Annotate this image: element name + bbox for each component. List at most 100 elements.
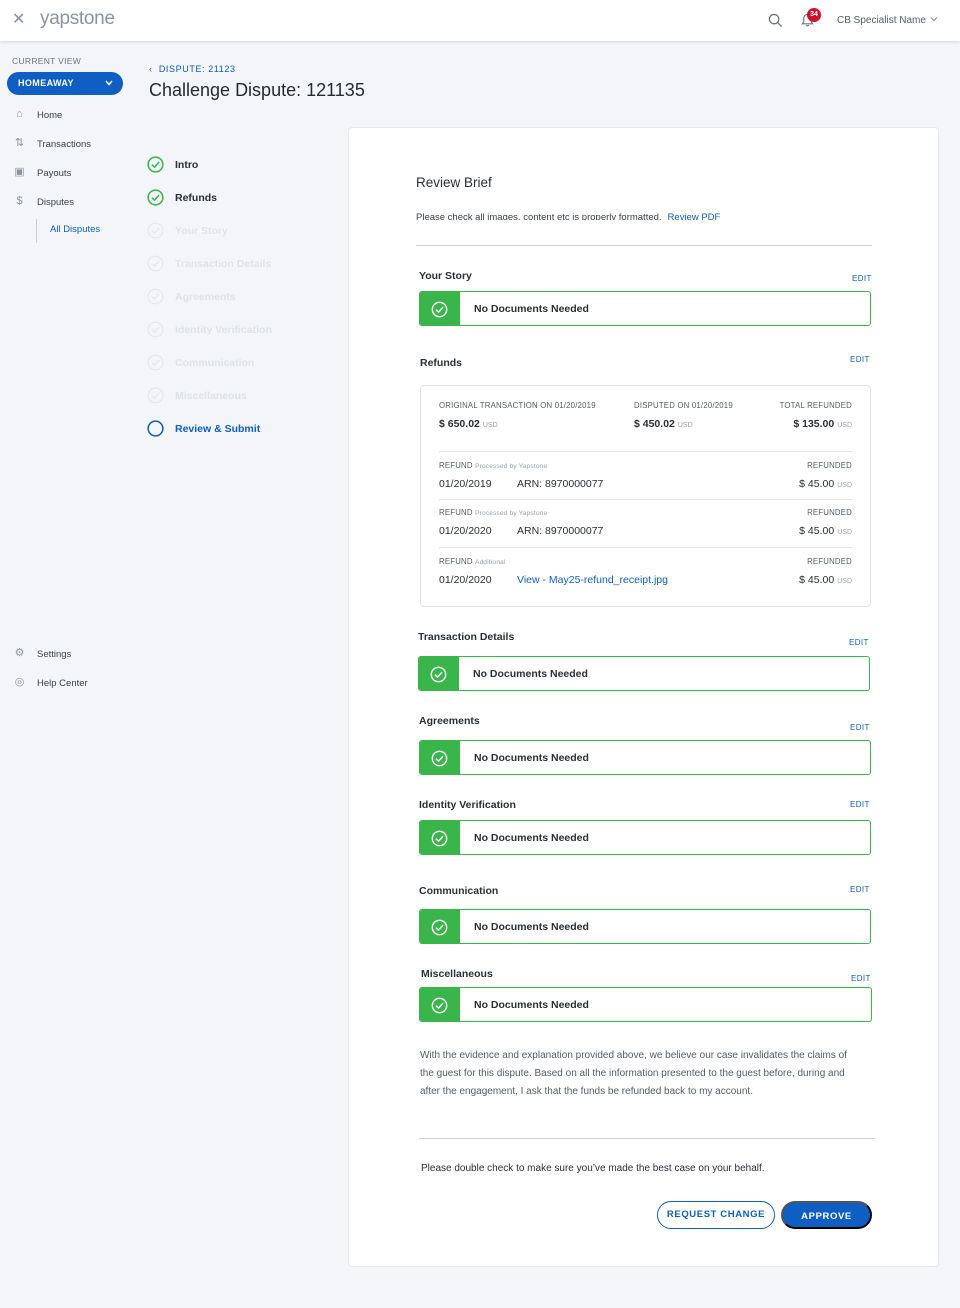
check-circle-icon bbox=[147, 222, 164, 239]
section-title-refunds: Refunds bbox=[420, 357, 462, 369]
request-change-button[interactable]: REQUEST CHANGE bbox=[657, 1201, 775, 1229]
step-refunds[interactable]: Refunds bbox=[147, 189, 327, 207]
edit-miscellaneous-link[interactable]: EDIT bbox=[851, 974, 871, 983]
section-title-miscellaneous: Miscellaneous bbox=[421, 968, 493, 980]
refund-receipt-link[interactable]: View - May25-refund_receipt.jpg bbox=[517, 574, 668, 586]
currency-label: USD bbox=[837, 529, 852, 536]
refund-amount: $ 45.00 USD bbox=[799, 525, 852, 537]
approve-button[interactable]: APPROVE bbox=[781, 1201, 872, 1229]
refund-arn: ARN: 8970000077 bbox=[517, 478, 604, 490]
refund-date: 01/20/2020 bbox=[439, 525, 492, 537]
check-circle-icon bbox=[431, 919, 448, 936]
no-docs-text: No Documents Needed bbox=[474, 752, 589, 764]
sidebar-item-label: Home bbox=[37, 110, 63, 121]
amount-value: $ 650.02 bbox=[439, 418, 480, 430]
top-bar: ✕ yapstone 34 CB Specialist Name bbox=[0, 0, 960, 41]
sidebar-item-payouts[interactable]: ▣ Payouts bbox=[0, 164, 136, 184]
refund-row-label: REFUND Additional bbox=[439, 557, 506, 566]
section-title-agreements: Agreements bbox=[419, 715, 480, 727]
sidebar-item-label: Settings bbox=[37, 649, 72, 660]
step-transaction-details[interactable]: Transaction Details bbox=[147, 255, 327, 273]
currency-label: USD bbox=[837, 578, 852, 585]
status-block bbox=[420, 988, 460, 1021]
status-block bbox=[420, 910, 460, 943]
user-menu[interactable]: CB Specialist Name bbox=[837, 15, 926, 26]
amount-value: $ 45.00 bbox=[799, 478, 835, 490]
sidebar-item-home[interactable]: ⌂ Home bbox=[0, 106, 136, 126]
original-amount: $ 650.02 USD bbox=[439, 418, 498, 430]
refund-arn: ARN: 8970000077 bbox=[517, 525, 604, 537]
check-circle-icon bbox=[147, 156, 164, 173]
current-view-label: CURRENT VIEW bbox=[12, 56, 82, 66]
docbox-communication: No Documents Needed bbox=[419, 909, 871, 944]
refund-row-label: REFUND Processed by Yapstone bbox=[439, 461, 547, 470]
step-agreements[interactable]: Agreements bbox=[147, 288, 327, 306]
refund-date: 01/20/2019 bbox=[439, 478, 492, 490]
step-communication[interactable]: Communication bbox=[147, 354, 327, 372]
refunded-label: REFUNDED bbox=[807, 557, 852, 566]
disputed-label: DISPUTED ON 01/20/2019 bbox=[634, 401, 733, 410]
step-label: Transaction Details bbox=[175, 258, 272, 270]
docbox-identity-verification: No Documents Needed bbox=[419, 820, 871, 855]
sidebar-item-label: Transactions bbox=[37, 139, 92, 150]
check-circle-icon bbox=[147, 321, 164, 338]
app-logo: yapstone bbox=[40, 8, 115, 29]
edit-refunds-link[interactable]: EDIT bbox=[850, 355, 870, 364]
check-circle-icon bbox=[147, 387, 164, 404]
edit-identity-verification-link[interactable]: EDIT bbox=[850, 800, 870, 809]
sidebar-item-transactions[interactable]: ⇅ Transactions bbox=[0, 135, 136, 155]
original-transaction-label: ORIGINAL TRANSACTION ON 01/20/2019 bbox=[439, 401, 596, 410]
sidebar-item-label: Payouts bbox=[37, 168, 72, 179]
step-identity-verification[interactable]: Identity Verification bbox=[147, 321, 327, 339]
close-icon[interactable]: ✕ bbox=[12, 12, 28, 28]
step-label: Intro bbox=[175, 159, 199, 171]
refund-amount: $ 45.00 USD bbox=[799, 478, 852, 490]
sidebar-item-help-center[interactable]: ◎ Help Center bbox=[0, 674, 136, 694]
section-title-identity-verification: Identity Verification bbox=[419, 799, 516, 811]
step-label: Identity Verification bbox=[175, 324, 272, 336]
chevron-down-icon[interactable] bbox=[930, 15, 938, 23]
refund-label: REFUND bbox=[439, 461, 473, 470]
docbox-your-story: No Documents Needed bbox=[419, 291, 871, 326]
step-your-story[interactable]: Your Story bbox=[147, 222, 327, 240]
no-docs-text: No Documents Needed bbox=[474, 921, 589, 933]
amount-value: $ 450.02 bbox=[634, 418, 675, 430]
sidebar-item-disputes[interactable]: $ Disputes bbox=[0, 193, 136, 213]
transactions-icon: ⇅ bbox=[14, 137, 25, 149]
edit-your-story-link[interactable]: EDIT bbox=[852, 274, 872, 283]
refunded-label: REFUNDED bbox=[807, 508, 852, 517]
help-icon: ◎ bbox=[14, 676, 25, 688]
currency-label: USD bbox=[837, 422, 852, 429]
edit-agreements-link[interactable]: EDIT bbox=[850, 723, 870, 732]
step-miscellaneous[interactable]: Miscellaneous bbox=[147, 387, 327, 405]
no-docs-text: No Documents Needed bbox=[474, 832, 589, 844]
step-label: Agreements bbox=[175, 291, 236, 303]
disputed-amount: $ 450.02 USD bbox=[634, 418, 693, 430]
no-docs-text: No Documents Needed bbox=[474, 303, 589, 315]
status-block bbox=[420, 292, 460, 325]
review-pdf-link[interactable]: Review PDF bbox=[668, 212, 721, 220]
section-title-transaction-details: Transaction Details bbox=[418, 631, 515, 643]
row-divider bbox=[439, 451, 852, 452]
step-label: Refunds bbox=[175, 192, 217, 204]
sidebar-item-settings[interactable]: ⚙ Settings bbox=[0, 645, 136, 665]
sidebar-item-all-disputes[interactable]: All Disputes bbox=[50, 224, 100, 235]
currency-label: USD bbox=[482, 422, 498, 429]
review-note-text: Please check all images, content etc is … bbox=[416, 212, 662, 220]
check-circle-icon bbox=[431, 997, 448, 1014]
refunded-label: REFUNDED bbox=[807, 461, 852, 470]
step-intro[interactable]: Intro bbox=[147, 156, 327, 174]
step-review-submit[interactable]: Review & Submit bbox=[147, 420, 327, 438]
currency-label: USD bbox=[677, 422, 693, 429]
total-refunded-amount: $ 135.00 USD bbox=[793, 418, 852, 430]
search-icon[interactable] bbox=[768, 13, 783, 28]
page-title: Challenge Dispute: 121135 bbox=[149, 80, 365, 100]
current-view-select[interactable]: HOMEAWAY bbox=[7, 72, 123, 95]
payouts-icon: ▣ bbox=[14, 166, 25, 178]
edit-transaction-details-link[interactable]: EDIT bbox=[849, 638, 869, 647]
status-block bbox=[420, 821, 460, 854]
circle-icon bbox=[147, 420, 164, 437]
breadcrumb[interactable]: ‹ DISPUTE: 21123 bbox=[149, 64, 236, 74]
status-block bbox=[420, 741, 460, 774]
edit-communication-link[interactable]: EDIT bbox=[850, 885, 870, 894]
